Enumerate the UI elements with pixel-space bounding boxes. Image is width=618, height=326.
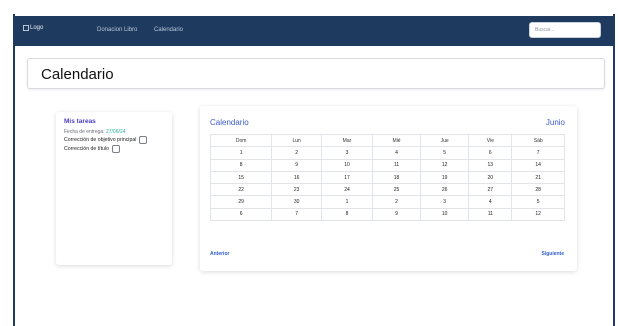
search-input[interactable] xyxy=(529,22,601,38)
day-cell[interactable]: 7 xyxy=(511,146,565,160)
day-cell[interactable]: 4 xyxy=(468,195,513,209)
nav-link-calendario[interactable]: Calendario xyxy=(154,27,183,33)
tasks-title: Mis tareas xyxy=(64,118,96,125)
weekday-header: Mar xyxy=(320,133,374,148)
day-cell[interactable]: 5 xyxy=(511,195,565,209)
day-cell[interactable]: 6 xyxy=(209,207,273,222)
week-row: 8 9 10 11 12 13 14 xyxy=(209,158,565,172)
weekday-header: Lun xyxy=(271,133,322,148)
broken-image-icon xyxy=(23,25,29,31)
due-date-label: Fecha de entrega: xyxy=(64,129,105,135)
day-cell[interactable]: 10 xyxy=(320,158,374,172)
weekday-header: Dom xyxy=(209,133,273,148)
week-row: 15 16 17 18 19 20 21 xyxy=(209,170,565,185)
previous-month-link[interactable]: Anterior xyxy=(210,251,229,257)
logo[interactable]: Logo xyxy=(23,25,43,31)
week-row: 1 2 3 4 5 6 7 xyxy=(209,146,565,160)
calendar-month: Junio xyxy=(545,118,565,127)
day-cell[interactable]: 23 xyxy=(271,183,322,197)
day-cell[interactable]: 28 xyxy=(511,183,565,197)
day-cell[interactable]: 2 xyxy=(271,146,322,160)
day-cell[interactable]: 9 xyxy=(271,158,322,172)
page-header: Calendario xyxy=(27,58,605,89)
day-cell[interactable]: 2 xyxy=(372,195,422,209)
navbar: Logo Donacion Libro Calendario xyxy=(15,16,613,46)
calendar-title: Calendario xyxy=(210,118,249,127)
day-cell[interactable]: 10 xyxy=(420,207,470,222)
task-label: Corrección de título xyxy=(64,146,109,152)
day-cell[interactable]: 21 xyxy=(511,170,565,185)
next-month-link[interactable]: Siguiente xyxy=(541,251,564,257)
weekday-header: Vie xyxy=(468,133,513,148)
day-cell[interactable]: 11 xyxy=(468,207,513,222)
week-row: 29 30 1 2 3 4 5 xyxy=(209,195,565,209)
task-checkbox[interactable] xyxy=(139,136,148,144)
due-date-value: 27/06/24 xyxy=(105,129,126,135)
day-cell[interactable]: 14 xyxy=(511,158,565,172)
day-cell[interactable]: 27 xyxy=(468,183,513,197)
day-cell[interactable]: 1 xyxy=(209,146,273,160)
task-item: Corrección de objetivo principal xyxy=(64,136,164,144)
weekday-header-row: Dom Lun Mar Mié Jue Vie Sáb xyxy=(209,133,565,148)
logo-alt-text: Logo xyxy=(30,25,44,31)
day-cell[interactable]: 8 xyxy=(320,207,374,222)
weekday-header: Jue xyxy=(420,133,470,148)
tasks-panel: Mis tareas Fecha de entrega: 27/06/24 Co… xyxy=(56,112,172,265)
day-cell[interactable]: 4 xyxy=(372,146,422,160)
day-cell[interactable]: 25 xyxy=(372,183,422,197)
day-cell[interactable]: 20 xyxy=(468,170,513,185)
day-cell[interactable]: 5 xyxy=(420,146,470,160)
calendar-grid: Dom Lun Mar Mié Jue Vie Sáb 1 2 3 4 5 6 … xyxy=(209,133,565,222)
day-cell[interactable]: 7 xyxy=(271,207,322,222)
day-cell[interactable]: 19 xyxy=(420,170,470,185)
day-cell[interactable]: 15 xyxy=(209,170,273,185)
calendar-panel: Calendario Junio Dom Lun Mar Mié Jue Vie… xyxy=(200,106,577,271)
day-cell[interactable]: 3 xyxy=(320,146,374,160)
task-label: Corrección de objetivo principal xyxy=(64,137,137,143)
day-cell[interactable]: 12 xyxy=(511,207,565,222)
day-cell[interactable]: 3 xyxy=(420,195,470,209)
day-cell[interactable]: 13 xyxy=(468,158,513,172)
weekday-header: Sáb xyxy=(511,133,565,148)
day-cell[interactable]: 11 xyxy=(372,158,422,172)
day-cell[interactable]: 8 xyxy=(209,158,273,172)
day-cell[interactable]: 26 xyxy=(420,183,470,197)
day-cell[interactable]: 12 xyxy=(420,158,470,172)
day-cell[interactable]: 22 xyxy=(209,183,273,197)
day-cell[interactable]: 30 xyxy=(271,195,322,209)
day-cell[interactable]: 9 xyxy=(372,207,422,222)
nav-link-donacion-libro[interactable]: Donacion Libro xyxy=(97,27,137,33)
day-cell[interactable]: 29 xyxy=(209,195,273,209)
due-date-line: Fecha de entrega: 27/06/24 xyxy=(64,129,164,135)
day-cell[interactable]: 18 xyxy=(372,170,422,185)
day-cell[interactable]: 6 xyxy=(468,146,513,160)
day-cell[interactable]: 24 xyxy=(320,183,374,197)
page-title: Calendario xyxy=(41,66,114,83)
day-cell[interactable]: 17 xyxy=(320,170,374,185)
day-cell[interactable]: 1 xyxy=(320,195,374,209)
weekday-header: Mié xyxy=(372,133,422,148)
day-cell[interactable]: 16 xyxy=(271,170,322,185)
week-row: 6 7 8 9 10 11 12 xyxy=(209,207,565,222)
task-item: Corrección de título xyxy=(64,145,164,153)
week-row: 22 23 24 25 26 27 28 xyxy=(209,183,565,197)
task-checkbox[interactable] xyxy=(111,145,120,153)
